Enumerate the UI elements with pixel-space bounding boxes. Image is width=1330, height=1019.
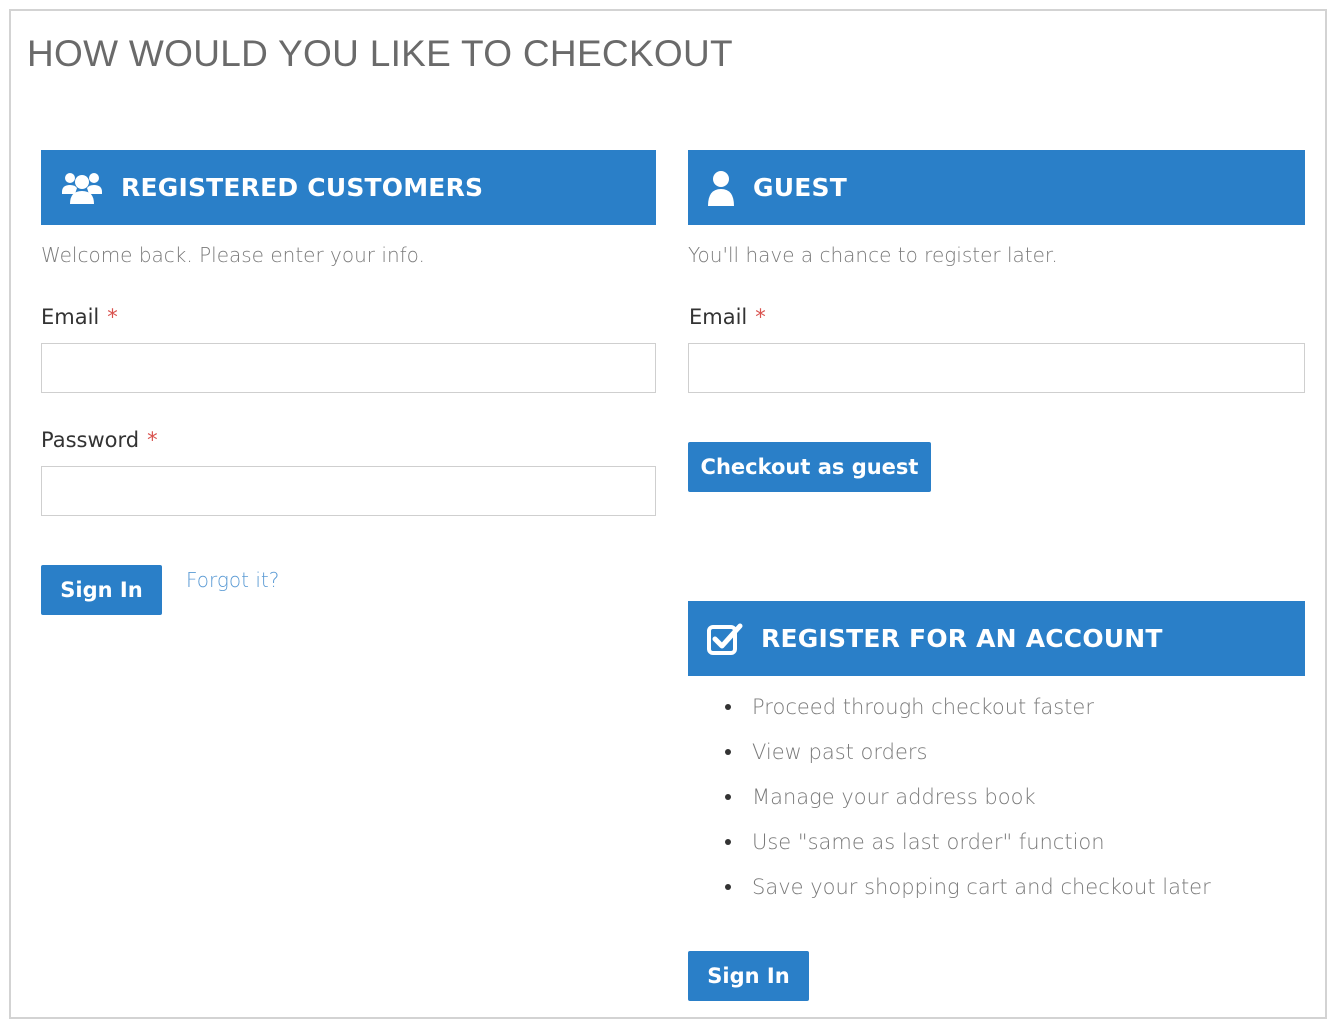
page-title: HOW WOULD YOU LIKE TO CHECKOUT: [27, 33, 733, 74]
benefit-item: View past orders: [722, 733, 1211, 778]
benefit-text: View past orders: [752, 740, 928, 764]
benefit-item: Save your shopping cart and checkout lat…: [722, 868, 1211, 913]
register-account-header: REGISTER FOR AN ACCOUNT: [688, 601, 1305, 676]
benefit-text: Use "same as last order" function: [752, 830, 1105, 854]
registered-password-label-text: Password: [41, 428, 140, 452]
checkout-as-guest-button[interactable]: Checkout as guest: [688, 442, 931, 492]
register-benefits-list: Proceed through checkout faster View pas…: [722, 688, 1211, 913]
registered-email-input[interactable]: [41, 343, 656, 393]
users-icon: [60, 168, 104, 208]
benefit-item: Use "same as last order" function: [722, 823, 1211, 868]
guest-hint: You'll have a chance to register later.: [688, 243, 1058, 267]
registered-password-label: Password *: [41, 428, 158, 452]
checkbox-icon: [706, 621, 744, 657]
benefit-text: Proceed through checkout faster: [752, 695, 1094, 719]
register-account-title: REGISTER FOR AN ACCOUNT: [761, 624, 1163, 653]
user-icon: [706, 168, 736, 208]
required-asterisk: *: [107, 305, 118, 329]
guest-email-label-text: Email: [689, 305, 748, 329]
guest-title: GUEST: [753, 173, 847, 202]
required-asterisk: *: [147, 428, 158, 452]
bullet-icon: [725, 794, 731, 800]
benefit-item: Proceed through checkout faster: [722, 688, 1211, 733]
bullet-icon: [725, 884, 731, 890]
benefit-text: Manage your address book: [752, 785, 1036, 809]
registered-email-label-text: Email: [41, 305, 100, 329]
bullet-icon: [725, 749, 731, 755]
registered-customers-title: REGISTERED CUSTOMERS: [121, 173, 484, 202]
registered-hint: Welcome back. Please enter your info.: [41, 243, 425, 267]
forgot-password-link[interactable]: Forgot it?: [186, 568, 279, 592]
registered-password-input[interactable]: [41, 466, 656, 516]
guest-email-input[interactable]: [688, 343, 1305, 393]
benefit-text: Save your shopping cart and checkout lat…: [752, 875, 1211, 899]
required-asterisk: *: [755, 305, 766, 329]
registered-customers-header: REGISTERED CUSTOMERS: [41, 150, 656, 225]
register-sign-in-button[interactable]: Sign In: [688, 951, 809, 1001]
benefit-item: Manage your address book: [722, 778, 1211, 823]
registered-sign-in-button[interactable]: Sign In: [41, 565, 162, 615]
bullet-icon: [725, 704, 731, 710]
bullet-icon: [725, 839, 731, 845]
guest-email-label: Email *: [689, 305, 766, 329]
registered-email-label: Email *: [41, 305, 118, 329]
guest-header: GUEST: [688, 150, 1305, 225]
